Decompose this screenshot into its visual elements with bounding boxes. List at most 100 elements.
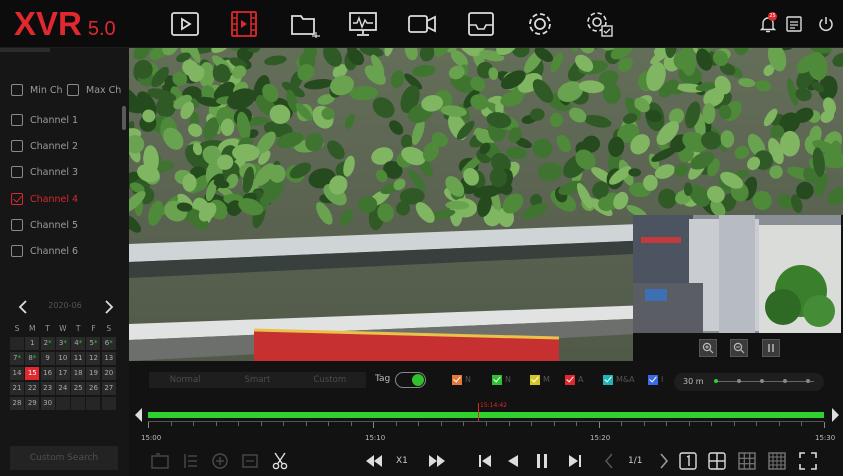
calendar-day[interactable]: 6 [101, 337, 116, 350]
zoom-step[interactable] [783, 379, 787, 383]
chevron-left-icon[interactable] [16, 299, 30, 315]
pause-icon[interactable] [762, 339, 780, 357]
system-settings-icon[interactable] [582, 9, 616, 39]
power-icon[interactable] [816, 14, 836, 34]
calendar-day[interactable]: 9 [40, 352, 55, 365]
calendar-day[interactable]: 17 [55, 367, 70, 380]
calendar-day[interactable]: 12 [86, 352, 101, 365]
zoom-slider-handle[interactable] [714, 379, 718, 383]
filter-normal-2[interactable]: N [492, 374, 511, 385]
filter-motion-and-alarm[interactable]: M&A [603, 374, 635, 385]
calendar-day[interactable]: 10 [55, 352, 70, 365]
calendar-day[interactable]: 15 [25, 367, 40, 380]
calendar-day[interactable]: 27 [101, 382, 116, 395]
zoom-slider-track[interactable] [714, 381, 814, 382]
calendar-day[interactable]: 28 [10, 397, 24, 410]
sixteen-screen-icon[interactable] [766, 450, 788, 472]
message-icon[interactable] [784, 14, 804, 34]
camera-icon[interactable] [405, 9, 439, 39]
fast-forward-icon[interactable] [426, 450, 448, 472]
calendar-day[interactable]: 22 [25, 382, 40, 395]
channel-5-checkbox[interactable]: Channel 5 [11, 218, 78, 232]
monitor-icon[interactable] [346, 9, 380, 39]
filter-checkbox [492, 374, 502, 385]
calendar-day[interactable]: 24 [55, 382, 70, 395]
timeline-cursor[interactable] [478, 403, 479, 421]
calendar-day[interactable]: 25 [71, 382, 86, 395]
page-prev-icon[interactable] [598, 450, 620, 472]
zoom-step[interactable] [806, 379, 810, 383]
mode-normal[interactable]: Normal [149, 372, 221, 388]
zoom-step[interactable] [737, 379, 741, 383]
filter-intelligent[interactable]: I [648, 374, 663, 385]
channel-list-scrollbar[interactable] [122, 106, 126, 130]
zoom-out-icon[interactable] [730, 339, 748, 357]
timeline-right-arrow-icon[interactable] [831, 408, 839, 422]
scissors-icon[interactable] [269, 450, 291, 472]
timeline-record-bar[interactable] [148, 412, 824, 418]
single-screen-icon[interactable] [677, 450, 699, 472]
calendar-day[interactable]: 21 [10, 382, 24, 395]
quad-screen-icon[interactable] [706, 450, 728, 472]
calendar-day[interactable]: 16 [40, 367, 55, 380]
channel-2-checkbox[interactable]: Channel 2 [11, 139, 78, 153]
mode-custom[interactable]: Custom [294, 372, 366, 388]
nine-screen-icon[interactable] [736, 450, 758, 472]
calendar-day[interactable]: 13 [101, 352, 116, 365]
live-view-icon[interactable] [168, 9, 202, 39]
max-ch-checkbox[interactable]: Max Ch [67, 83, 121, 97]
tag-list-icon[interactable] [179, 450, 201, 472]
calendar-day[interactable]: 7 [10, 352, 24, 365]
calendar-day[interactable]: 14 [10, 367, 24, 380]
calendar-day[interactable]: 8 [25, 352, 40, 365]
calendar-day[interactable]: 23 [40, 382, 55, 395]
skip-next-icon[interactable] [564, 450, 586, 472]
mode-smart[interactable]: Smart [221, 372, 293, 388]
reverse-play-icon[interactable] [502, 450, 524, 472]
backup-icon[interactable] [239, 450, 261, 472]
min-ch-checkbox[interactable]: Min Ch [11, 83, 63, 97]
filter-alarm[interactable]: A [565, 374, 583, 385]
timeline-tick [711, 422, 713, 426]
rewind-icon[interactable] [363, 450, 385, 472]
add-tag-icon[interactable] [209, 450, 231, 472]
calendar-day[interactable]: 30 [40, 397, 55, 410]
channel-4-checkbox[interactable]: Channel 4 [11, 192, 78, 206]
calendar-day[interactable]: 18 [71, 367, 86, 380]
page-next-icon[interactable] [653, 450, 675, 472]
settings-gear-icon[interactable] [523, 9, 557, 39]
storage-icon[interactable] [464, 9, 498, 39]
channel-3-checkbox[interactable]: Channel 3 [11, 165, 78, 179]
timeline-left-arrow-icon[interactable] [135, 408, 143, 422]
search-mode-bar: Normal Smart Custom [149, 372, 366, 388]
tag-toggle[interactable] [395, 372, 426, 388]
calendar-day[interactable]: 1 [25, 337, 40, 350]
pause-button-icon[interactable] [531, 450, 553, 472]
zoom-step[interactable] [760, 379, 764, 383]
playback-icon[interactable] [227, 9, 261, 39]
skip-previous-icon[interactable] [474, 450, 496, 472]
filter-normal-1[interactable]: N [452, 374, 471, 385]
playback-toolbar: X1 1/1 [129, 447, 843, 476]
calendar-day[interactable]: 2 [40, 337, 55, 350]
fullscreen-icon[interactable] [797, 450, 819, 472]
calendar-day[interactable]: 11 [71, 352, 86, 365]
calendar-day[interactable]: 3 [55, 337, 70, 350]
file-manager-icon[interactable] [288, 9, 322, 39]
zoom-in-icon[interactable] [699, 339, 717, 357]
alarm-bell-icon[interactable]: 25 [758, 12, 778, 34]
filter-motion[interactable]: M [530, 374, 550, 385]
calendar-day[interactable]: 4 [71, 337, 86, 350]
pip-preview-window[interactable] [633, 215, 843, 361]
calendar-day[interactable]: 26 [86, 382, 101, 395]
calendar-day[interactable]: 29 [25, 397, 40, 410]
calendar-header: 2020-06 [12, 298, 118, 316]
channel-1-checkbox[interactable]: Channel 1 [11, 113, 78, 127]
calendar-day[interactable]: 5 [86, 337, 101, 350]
channel-6-checkbox[interactable]: Channel 6 [11, 244, 78, 258]
snapshot-icon[interactable] [149, 450, 171, 472]
calendar-day[interactable]: 19 [86, 367, 101, 380]
calendar-day[interactable]: 20 [101, 367, 116, 380]
chevron-right-icon[interactable] [102, 299, 116, 315]
custom-search-button[interactable]: Custom Search [10, 446, 118, 470]
